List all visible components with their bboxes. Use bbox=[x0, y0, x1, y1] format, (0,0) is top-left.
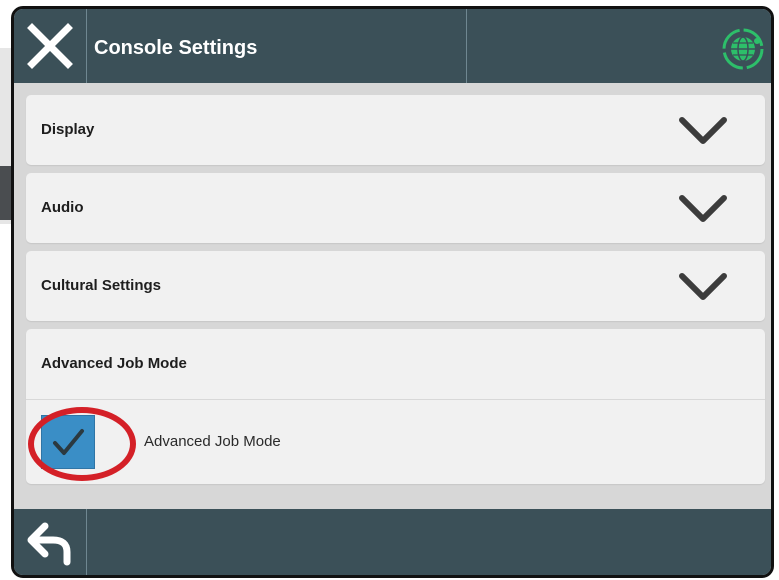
advanced-job-mode-section: Advanced Job Mode Advanced Job Mode bbox=[26, 329, 765, 484]
globe-icon bbox=[722, 28, 764, 70]
audio-label: Audio bbox=[41, 199, 84, 216]
audio-section[interactable]: Audio bbox=[26, 173, 765, 243]
bottom-bar bbox=[14, 509, 771, 575]
cultural-settings-label: Cultural Settings bbox=[41, 277, 162, 294]
display-section[interactable]: Display bbox=[26, 95, 765, 165]
back-arrow-icon bbox=[27, 522, 71, 566]
advanced-job-mode-header[interactable]: Advanced Job Mode bbox=[41, 355, 187, 372]
globe-button[interactable] bbox=[721, 27, 765, 71]
bottom-divider bbox=[86, 509, 87, 575]
advanced-job-mode-checkbox[interactable] bbox=[41, 415, 95, 469]
advanced-job-mode-option-label: Advanced Job Mode bbox=[144, 433, 281, 450]
back-button[interactable] bbox=[14, 509, 86, 575]
cultural-settings-section[interactable]: Cultural Settings bbox=[26, 251, 765, 321]
top-bar: Console Settings bbox=[14, 9, 771, 83]
title-divider-left bbox=[86, 9, 87, 83]
checkmark-icon bbox=[53, 429, 84, 455]
section-divider bbox=[26, 399, 765, 400]
close-icon bbox=[27, 23, 73, 69]
display-label: Display bbox=[41, 121, 95, 138]
close-button[interactable] bbox=[14, 9, 86, 83]
console-settings-screen: Console Settings Display Audio Cultural … bbox=[11, 6, 774, 578]
chevron-down-icon bbox=[679, 273, 727, 300]
title-divider-right bbox=[466, 9, 467, 83]
chevron-down-icon bbox=[679, 195, 727, 222]
page-title: Console Settings bbox=[94, 37, 258, 59]
chevron-down-icon bbox=[679, 117, 727, 144]
